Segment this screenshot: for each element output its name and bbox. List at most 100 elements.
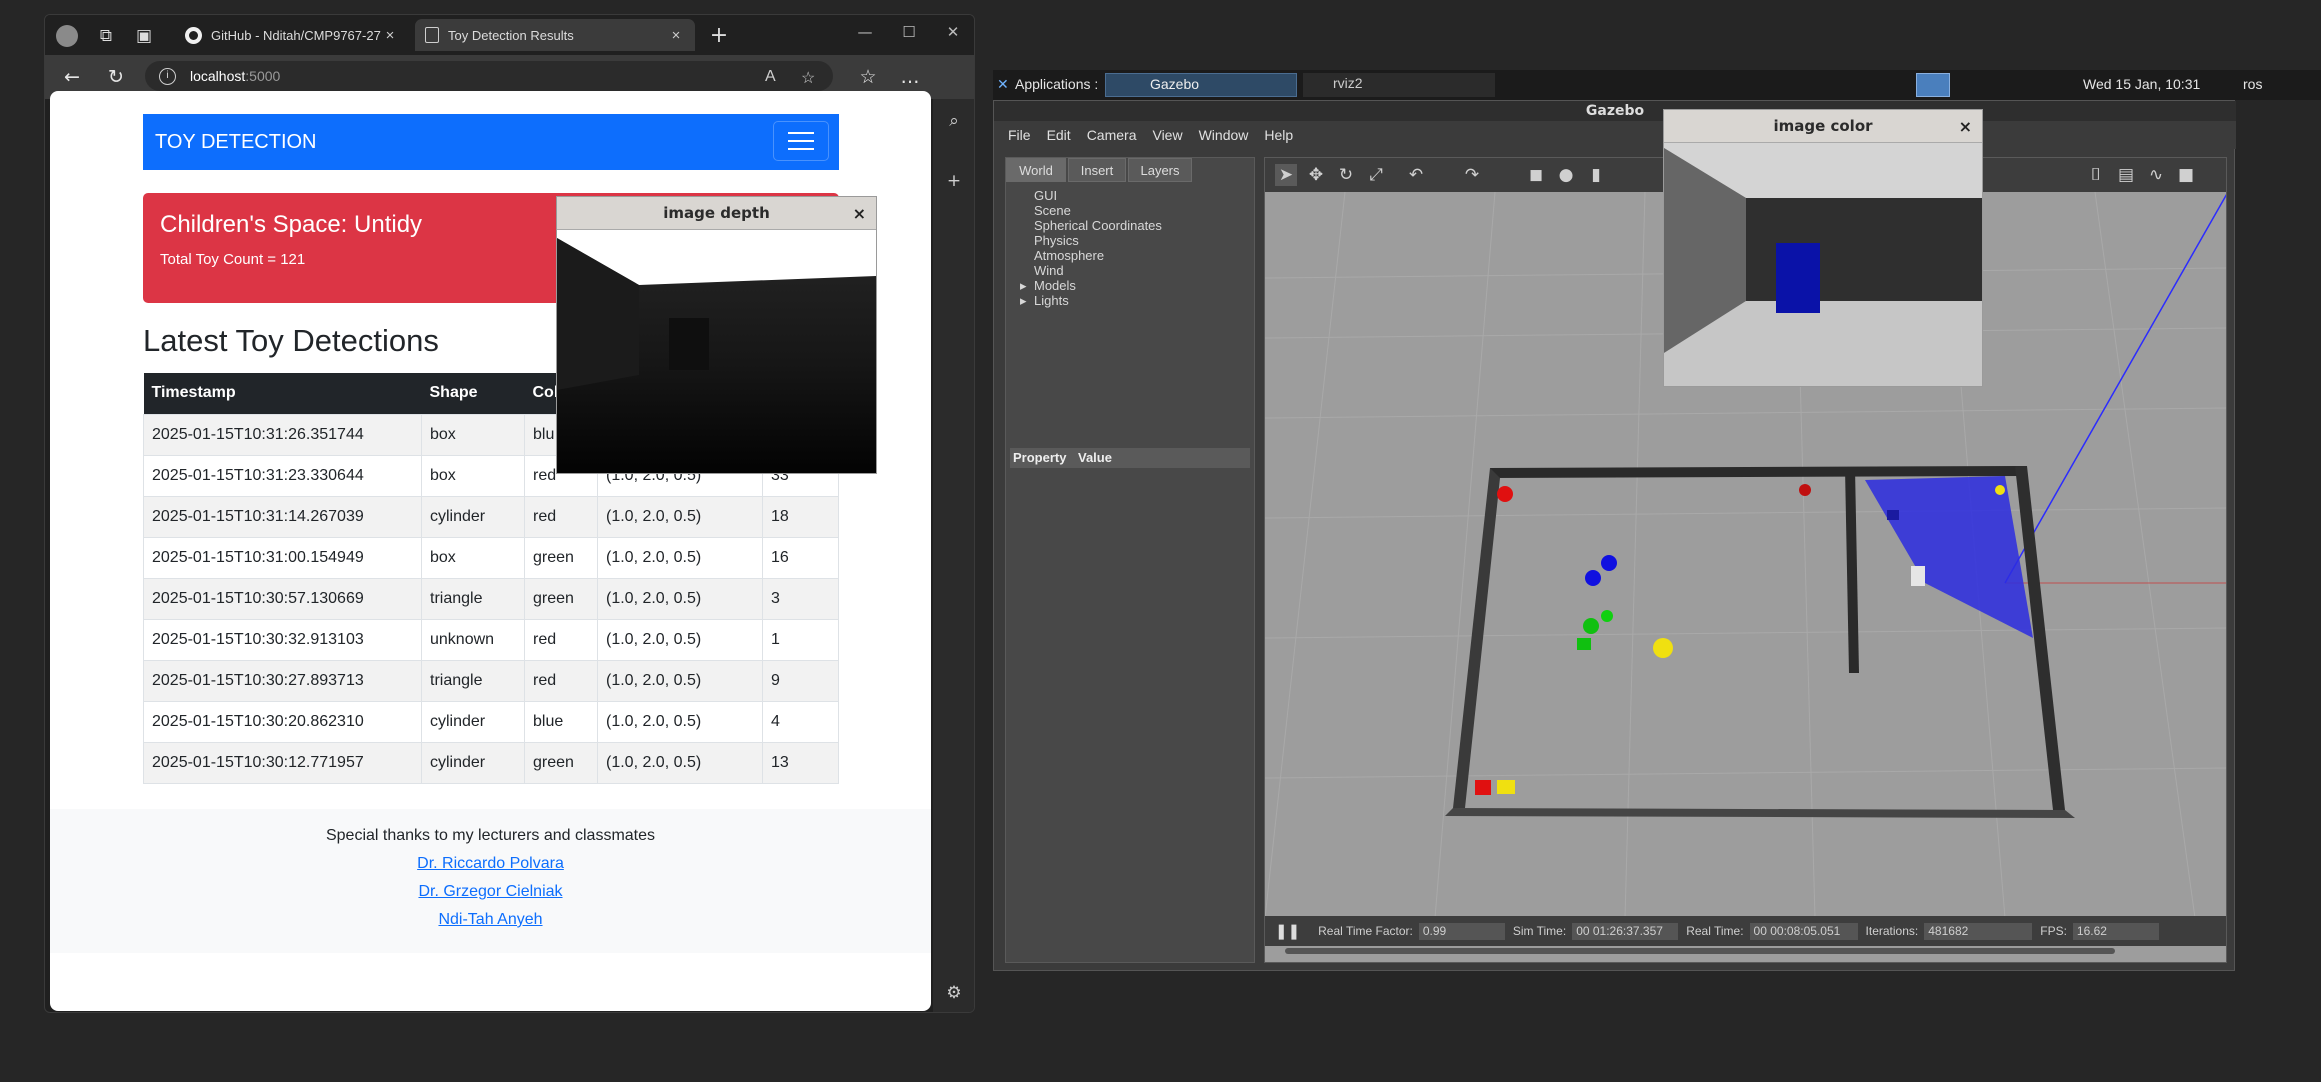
popup-titlebar[interactable]: image depth × <box>557 197 876 230</box>
expand-arrow-icon[interactable]: ▸ <box>1020 278 1027 294</box>
select-arrow-icon[interactable]: ➤ <box>1275 164 1297 186</box>
redo-icon[interactable]: ↷ <box>1461 164 1483 186</box>
minimize-icon[interactable]: — <box>851 23 879 41</box>
table-cell: green <box>524 536 598 579</box>
menu-camera[interactable]: Camera <box>1087 127 1137 143</box>
tree-item-scene[interactable]: Scene <box>1034 203 1071 218</box>
menu-help[interactable]: Help <box>1264 127 1293 143</box>
more-options-icon[interactable]: … <box>897 64 923 90</box>
footer-link[interactable]: Ndi-Tah Anyeh <box>438 911 542 928</box>
tab-toy-detection[interactable]: Toy Detection Results × <box>415 19 695 51</box>
taskbar-gazebo[interactable]: Gazebo <box>1105 73 1297 97</box>
navbar-toggler-button[interactable] <box>773 121 829 161</box>
taskbar-rviz2[interactable]: rviz2 <box>1303 73 1495 97</box>
table-cell: (1.0, 2.0, 0.5) <box>597 741 763 784</box>
close-icon[interactable]: × <box>853 197 866 230</box>
table-cell: 1 <box>762 618 839 661</box>
tab-insert[interactable]: Insert <box>1068 158 1126 182</box>
cylinder-shape-icon[interactable]: ▮ <box>1585 164 1607 186</box>
scale-icon[interactable]: ⤢ <box>1365 164 1387 186</box>
gazebo-window: Gazebo File Edit Camera View Window Help… <box>993 100 2236 971</box>
column-header: Timestamp <box>143 373 422 414</box>
maximize-icon[interactable]: ☐ <box>895 23 923 41</box>
rotate-icon[interactable]: ↻ <box>1335 164 1357 186</box>
page-footer: Special thanks to my lecturers and class… <box>50 809 931 953</box>
table-cell: (1.0, 2.0, 0.5) <box>597 618 763 661</box>
tree-item-models[interactable]: Models <box>1034 278 1076 293</box>
close-window-icon[interactable]: ✕ <box>939 23 967 41</box>
sphere-shape-icon[interactable]: ● <box>1555 164 1577 186</box>
tree-item-spherical[interactable]: Spherical Coordinates <box>1034 218 1162 233</box>
search-icon[interactable]: ⌕ <box>943 111 965 131</box>
image-color-window[interactable]: image color × <box>1663 109 1983 387</box>
page-heading: Latest Toy Detections <box>143 323 439 358</box>
favorite-star-icon[interactable]: ☆ <box>801 68 815 88</box>
tree-item-atmosphere[interactable]: Atmosphere <box>1034 248 1104 263</box>
workspace-1-icon[interactable] <box>1916 73 1950 97</box>
page-icon <box>425 27 439 43</box>
new-tab-button[interactable]: + <box>705 23 733 51</box>
desktop-top-panel: ✕ Applications : Gazebo rviz2 Wed 15 Jan… <box>993 70 2321 100</box>
menu-view[interactable]: View <box>1152 127 1182 143</box>
video-record-icon[interactable]: ■ <box>2175 164 2197 186</box>
table-cell: 3 <box>762 577 839 620</box>
table-cell: 2025-01-15T10:31:23.330644 <box>143 454 422 497</box>
table-cell: triangle <box>421 659 525 702</box>
screenshot-camera-icon[interactable]: ⌷ <box>2085 164 2107 186</box>
tab-world[interactable]: World <box>1006 158 1066 182</box>
tree-item-gui[interactable]: GUI <box>1034 188 1057 203</box>
task-label: rviz2 <box>1333 75 1363 91</box>
table-cell: 2025-01-15T10:30:27.893713 <box>143 659 422 702</box>
applications-menu[interactable]: Applications : <box>1015 76 1098 92</box>
footer-link[interactable]: Dr. Grzegor Cielniak <box>418 883 562 900</box>
profile-icon[interactable] <box>54 23 80 49</box>
github-icon <box>185 26 202 44</box>
tree-item-lights[interactable]: Lights <box>1034 293 1069 308</box>
real-time-label: Real Time: <box>1686 924 1744 938</box>
add-icon[interactable]: + <box>943 171 965 191</box>
address-bar[interactable]: i localhost:5000 A ☆ <box>145 61 833 91</box>
applications-icon[interactable]: ✕ <box>997 76 1009 93</box>
tree-item-physics[interactable]: Physics <box>1034 233 1079 248</box>
table-cell: cylinder <box>421 700 525 743</box>
table-row: 2025-01-15T10:30:12.771957 cylinder green(… <box>143 741 839 784</box>
property-column: Property <box>1013 450 1067 465</box>
gazebo-menubar: File Edit Camera View Window Help <box>994 121 2236 149</box>
pause-icon[interactable]: ❚❚ <box>1275 922 1300 940</box>
plot-icon[interactable]: ∿ <box>2145 164 2167 186</box>
horizontal-scrollbar[interactable] <box>1285 948 2115 954</box>
table-cell: 2025-01-15T10:30:12.771957 <box>143 741 422 784</box>
log-icon[interactable]: ▤ <box>2115 164 2137 186</box>
menu-window[interactable]: Window <box>1199 127 1249 143</box>
value-column: Value <box>1078 450 1112 465</box>
back-icon[interactable]: ← <box>59 64 85 90</box>
workspaces-icon[interactable]: ⧉ <box>93 23 119 49</box>
close-tab-button[interactable]: × <box>381 27 399 44</box>
close-tab-button[interactable]: × <box>667 27 685 44</box>
expand-arrow-icon[interactable]: ▸ <box>1020 293 1027 309</box>
tab-github[interactable]: GitHub - Nditah/CMP9767-2745… × <box>175 19 409 51</box>
undo-icon[interactable]: ↶ <box>1405 164 1427 186</box>
navbar-brand[interactable]: TOY DETECTION <box>155 131 317 154</box>
table-cell: (1.0, 2.0, 0.5) <box>597 536 763 579</box>
table-cell: 16 <box>762 536 839 579</box>
box-shape-icon[interactable]: ◼ <box>1525 164 1547 186</box>
menu-edit[interactable]: Edit <box>1047 127 1071 143</box>
image-depth-window[interactable]: image depth × <box>556 196 877 474</box>
close-icon[interactable]: × <box>1959 110 1972 143</box>
table-cell: unknown <box>421 618 525 661</box>
popup-titlebar[interactable]: image color × <box>1664 110 1982 143</box>
task-label: Gazebo <box>1150 76 1200 92</box>
footer-link[interactable]: Dr. Riccardo Polvara <box>417 855 564 872</box>
menu-file[interactable]: File <box>1008 127 1031 143</box>
refresh-icon[interactable]: ↻ <box>103 64 129 90</box>
tree-item-wind[interactable]: Wind <box>1034 263 1064 278</box>
favorites-icon[interactable]: ☆ <box>855 64 881 90</box>
tab-layers[interactable]: Layers <box>1128 158 1192 182</box>
session-user[interactable]: ros <box>2243 76 2262 92</box>
settings-gear-icon[interactable]: ⚙ <box>943 983 965 1003</box>
read-aloud-icon[interactable]: A <box>765 68 776 86</box>
tab-actions-icon[interactable]: ▣ <box>131 23 157 49</box>
translate-icon[interactable]: ✥ <box>1305 164 1327 186</box>
site-info-icon[interactable]: i <box>159 67 176 85</box>
